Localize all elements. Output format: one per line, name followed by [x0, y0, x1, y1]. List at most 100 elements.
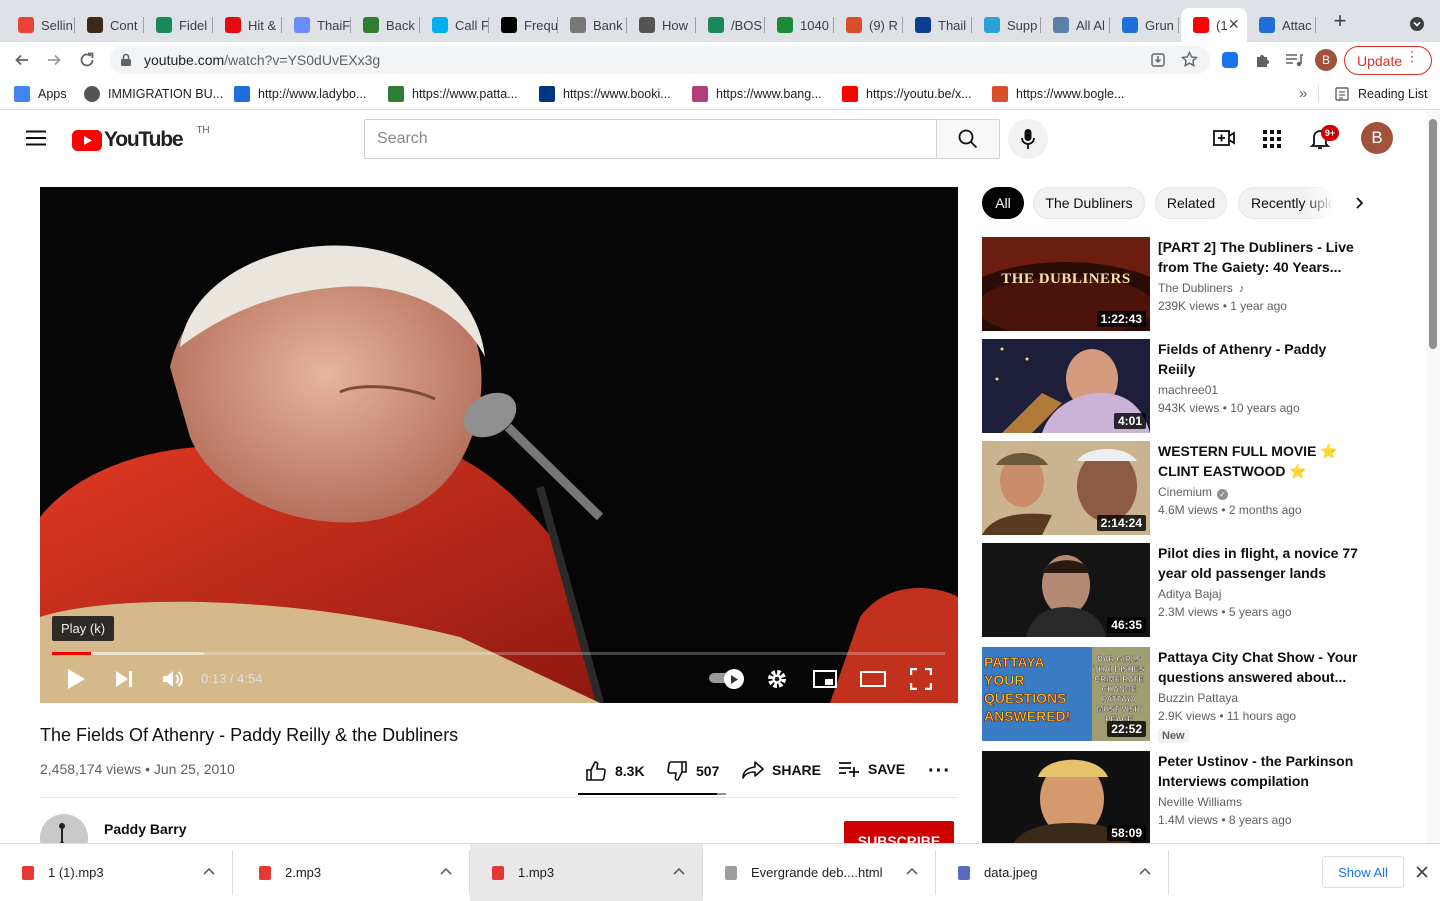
recommendation-item[interactable]: 58:09 Peter Ustinov - the Parkinson Inter… — [982, 751, 1362, 843]
reload-icon[interactable] — [78, 51, 96, 69]
video-thumbnail[interactable]: 2:14:24 — [982, 441, 1150, 535]
chip-2[interactable]: Related — [1155, 187, 1227, 219]
chip-3[interactable]: Recently uploaded — [1238, 187, 1334, 219]
dislike-button[interactable]: 507 — [667, 761, 719, 781]
browser-tab-4[interactable]: ThaiF — [282, 8, 351, 42]
tab-search-chevron-icon[interactable] — [1410, 17, 1424, 31]
address-bar[interactable]: youtube.com/watch?v=YS0dUvEXx3g — [110, 46, 1210, 74]
miniplayer-icon[interactable] — [813, 670, 837, 688]
create-video-icon[interactable] — [1213, 129, 1235, 147]
search-input[interactable]: Search — [364, 119, 937, 159]
profile-avatar[interactable]: B — [1315, 49, 1337, 71]
download-item[interactable]: 1 (1).mp3 — [0, 844, 233, 901]
browser-tab-16[interactable]: Grun — [1110, 8, 1179, 42]
download-item[interactable]: data.jpeg — [936, 844, 1169, 901]
recommendation-title[interactable]: [PART 2] The Dubliners - Live from The G… — [1158, 237, 1358, 277]
youtube-logo[interactable]: YouTube TH — [72, 125, 210, 152]
more-actions-icon[interactable]: ··· — [928, 760, 951, 783]
bookmark-item[interactable]: https://www.bogle... — [992, 85, 1124, 103]
video-thumbnail[interactable]: PATTAYA YOUR QUESTIONS ANSWERED! BAR GIRL… — [982, 647, 1150, 741]
lock-icon[interactable] — [120, 53, 132, 67]
close-tab-icon[interactable]: × — [1228, 15, 1239, 33]
close-shelf-icon[interactable] — [1416, 866, 1428, 878]
browser-tab-15[interactable]: All Al — [1041, 8, 1110, 42]
subscribe-button[interactable]: SUBSCRIBE — [844, 821, 954, 843]
media-control-icon[interactable] — [1285, 52, 1303, 68]
channel-name[interactable]: Paddy Barry — [104, 821, 186, 837]
browser-tab-14[interactable]: Supp — [972, 8, 1041, 42]
browser-tab-3[interactable]: Hit & — [213, 8, 282, 42]
browser-tab-2[interactable]: Fidel — [144, 8, 213, 42]
browser-tab-6[interactable]: Call F — [420, 8, 489, 42]
browser-tab-17[interactable]: (1 × — [1181, 8, 1247, 42]
recommendation-item[interactable]: THE DUBLINERS 1:22:43 [PART 2] The Dubline… — [982, 237, 1362, 331]
browser-tab-1[interactable]: Cont — [75, 8, 144, 42]
volume-icon[interactable] — [161, 668, 183, 690]
bookmark-item[interactable]: https://www.booki... — [539, 85, 671, 103]
recommendation-channel[interactable]: The Dubliners ♪ — [1158, 281, 1244, 295]
video-thumbnail[interactable]: THE DUBLINERS 1:22:43 — [982, 237, 1150, 331]
save-button[interactable]: SAVE — [838, 761, 905, 777]
chips-next-button[interactable] — [1352, 195, 1366, 216]
like-button[interactable]: 8.3K — [586, 761, 645, 781]
recommendation-channel[interactable]: Cinemium ✓ — [1158, 485, 1229, 500]
chevron-up-icon[interactable] — [904, 864, 920, 880]
bookmark-item[interactable]: http://www.ladybo... — [234, 85, 366, 103]
browser-tab-18[interactable]: Attac — [1247, 8, 1316, 42]
chevron-up-icon[interactable] — [438, 864, 454, 880]
recommendation-title[interactable]: WESTERN FULL MOVIE ⭐ CLINT EASTWOOD ⭐ — [1158, 441, 1358, 481]
reading-list-button[interactable]: Reading List — [1334, 85, 1428, 103]
apps-grid-icon[interactable] — [1263, 130, 1281, 148]
video-player[interactable]: Play (k) 0:13 / 4:54 — [40, 187, 958, 703]
forward-arrow-icon[interactable] — [46, 52, 62, 68]
bookmark-item[interactable]: https://www.bang... — [692, 85, 822, 103]
recommendation-channel[interactable]: Aditya Bajaj — [1158, 587, 1221, 601]
settings-gear-icon[interactable] — [766, 668, 788, 690]
browser-tab-11[interactable]: 1040 — [765, 8, 834, 42]
next-video-icon[interactable] — [114, 669, 134, 689]
progress-bar[interactable] — [52, 652, 945, 655]
extension-shield-icon[interactable] — [1222, 52, 1238, 68]
bookmark-item[interactable]: Apps — [14, 85, 67, 103]
chevron-up-icon[interactable] — [1137, 864, 1153, 880]
browser-tab-5[interactable]: Back — [351, 8, 420, 42]
recommendation-item[interactable]: 2:14:24 WESTERN FULL MOVIE ⭐ CLINT EASTWO… — [982, 441, 1362, 535]
video-thumbnail[interactable]: 58:09 — [982, 751, 1150, 843]
search-button[interactable] — [936, 119, 1000, 159]
browser-tab-7[interactable]: Frequ — [489, 8, 558, 42]
chip-1[interactable]: The Dubliners — [1033, 187, 1145, 219]
channel-avatar[interactable] — [40, 814, 88, 843]
browser-tab-0[interactable]: Sellin — [6, 8, 75, 42]
bookmark-item[interactable]: https://www.patta... — [388, 85, 518, 103]
theater-mode-icon[interactable] — [860, 671, 886, 687]
recommendation-channel[interactable]: Neville Williams — [1158, 795, 1242, 809]
browser-tab-12[interactable]: (9) R — [834, 8, 903, 42]
recommendation-title[interactable]: Peter Ustinov - the Parkinson Interviews… — [1158, 751, 1358, 791]
recommendation-item[interactable]: 46:35 Pilot dies in flight, a novice 77 y… — [982, 543, 1362, 637]
extensions-puzzle-icon[interactable] — [1254, 52, 1271, 69]
browser-tab-13[interactable]: Thail — [903, 8, 972, 42]
recommendation-channel[interactable]: Buzzin Pattaya — [1158, 691, 1238, 705]
chevron-up-icon[interactable] — [201, 864, 217, 880]
bookmark-star-icon[interactable] — [1181, 51, 1198, 68]
chevron-up-icon[interactable] — [671, 864, 687, 880]
recommendation-title[interactable]: Fields of Athenry - Paddy Reiily — [1158, 339, 1358, 379]
browser-tab-8[interactable]: Bank — [558, 8, 627, 42]
play-icon[interactable] — [66, 668, 86, 690]
bookmarks-overflow-chevron-icon[interactable]: » — [1299, 85, 1307, 102]
bookmark-item[interactable]: https://youtu.be/x... — [842, 85, 972, 103]
video-thumbnail[interactable]: 4:01 — [982, 339, 1150, 433]
download-item[interactable]: Evergrande deb....html — [703, 844, 936, 901]
download-item[interactable]: 2.mp3 — [237, 844, 470, 901]
hamburger-menu-icon[interactable] — [26, 130, 46, 146]
voice-search-button[interactable] — [1008, 119, 1048, 159]
show-all-downloads-button[interactable]: Show All — [1322, 856, 1404, 888]
update-button[interactable]: Update ⋮ — [1344, 46, 1432, 75]
recommendation-item[interactable]: 4:01 Fields of Athenry - Paddy Reiily mach… — [982, 339, 1362, 433]
back-arrow-icon[interactable] — [14, 52, 30, 68]
recommendation-title[interactable]: Pilot dies in flight, a novice 77 year o… — [1158, 543, 1358, 583]
download-item[interactable]: 1.mp3 — [470, 844, 703, 901]
fullscreen-icon[interactable] — [910, 668, 932, 690]
browser-tab-10[interactable]: /BOS — [696, 8, 765, 42]
browser-tab-9[interactable]: How — [627, 8, 696, 42]
